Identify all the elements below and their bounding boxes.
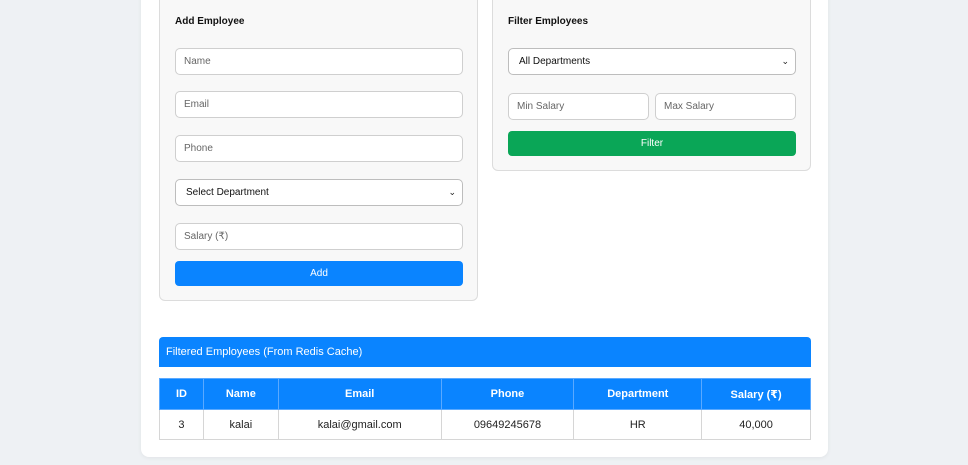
filter-employees-card: Filter Employees All Departments ⌄ Min S… — [492, 0, 811, 171]
filter-employees-title: Filter Employees — [508, 16, 589, 27]
filter-button[interactable]: Filter — [508, 131, 796, 156]
cell-name: kalai — [202, 409, 279, 440]
employees-table: ID Name Email Phone Department Salary (₹… — [159, 378, 811, 440]
cell-id: 3 — [159, 409, 204, 440]
chevron-down-icon: ⌄ — [448, 187, 456, 197]
email-input[interactable]: Email — [175, 91, 463, 118]
column-header-salary: Salary (₹) — [701, 378, 811, 410]
min-salary-input[interactable]: Min Salary — [508, 93, 649, 120]
name-input[interactable]: Name — [175, 48, 463, 75]
table-row: 3 kalai kalai@gmail.com 09649245678 HR 4… — [159, 409, 811, 440]
results-heading: Filtered Employees (From Redis Cache) — [159, 337, 811, 367]
filter-department-select[interactable]: All Departments ⌄ — [508, 48, 796, 75]
column-header-name: Name — [202, 378, 279, 410]
column-header-department: Department — [573, 378, 703, 410]
cell-phone: 09649245678 — [440, 409, 575, 440]
max-salary-input[interactable]: Max Salary — [655, 93, 796, 120]
add-employee-title: Add Employee — [175, 16, 245, 27]
department-select[interactable]: Select Department ⌄ — [175, 179, 463, 206]
column-header-id: ID — [159, 378, 204, 410]
column-header-email: Email — [277, 378, 442, 410]
cell-salary: 40,000 — [701, 409, 811, 440]
filter-department-select-value: All Departments — [519, 56, 591, 67]
add-employee-card: Add Employee Name Email Phone Select Dep… — [159, 0, 478, 301]
table-header-row: ID Name Email Phone Department Salary (₹… — [159, 378, 811, 410]
column-header-phone: Phone — [440, 378, 575, 410]
phone-input[interactable]: Phone — [175, 135, 463, 162]
cell-email: kalai@gmail.com — [277, 409, 442, 440]
department-select-value: Select Department — [186, 187, 269, 198]
chevron-down-icon: ⌄ — [781, 56, 789, 66]
add-button[interactable]: Add — [175, 261, 463, 286]
salary-input[interactable]: Salary (₹) — [175, 223, 463, 250]
cell-department: HR — [573, 409, 703, 440]
